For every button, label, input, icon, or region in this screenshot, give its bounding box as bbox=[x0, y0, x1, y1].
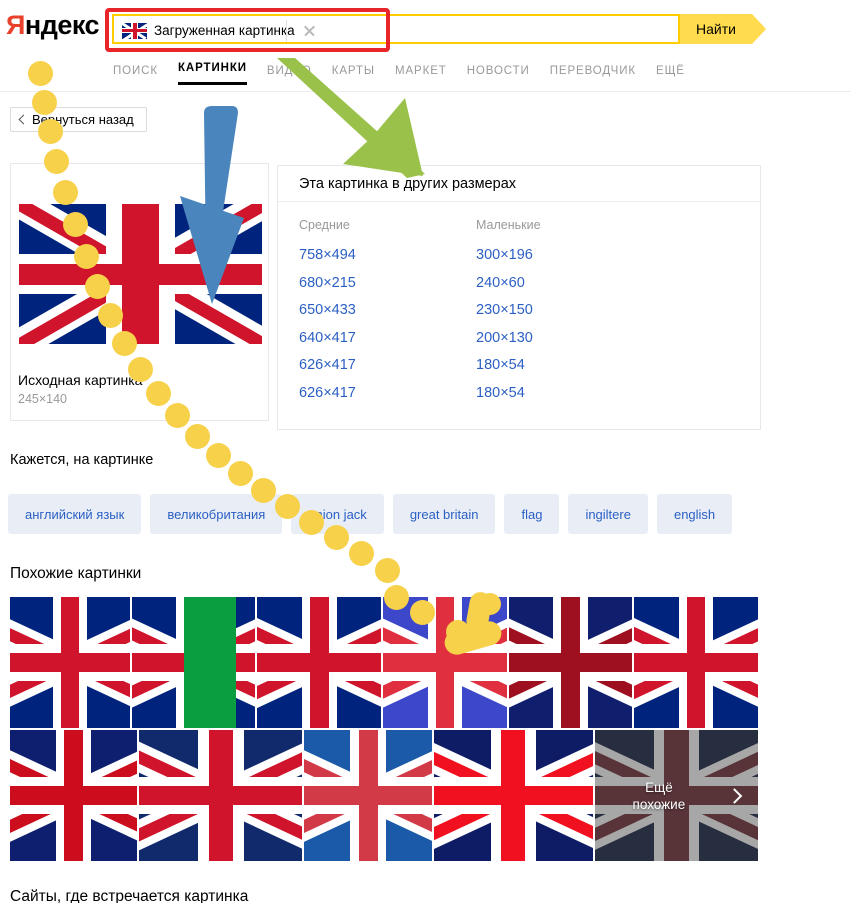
uk-flag-icon bbox=[122, 22, 147, 39]
tag-chip[interactable]: english bbox=[656, 494, 733, 534]
size-link[interactable]: 640×417 bbox=[299, 325, 356, 353]
similar-image-tile[interactable] bbox=[433, 730, 593, 861]
other-sizes-title: Эта картинка в других размерах bbox=[278, 166, 760, 202]
sizes-column-medium: Средние 758×494 680×215 650×433 640×417 … bbox=[299, 218, 356, 407]
cursor-trail-dot bbox=[28, 61, 53, 86]
similar-image-tile[interactable] bbox=[139, 730, 303, 861]
yandex-logo[interactable]: Яндекс bbox=[6, 10, 100, 40]
search-bar[interactable]: Загруженная картинка bbox=[112, 14, 680, 44]
service-tabs: ПОИСК КАРТИНКИ ВИДЕО КАРТЫ МАРКЕТ НОВОСТ… bbox=[113, 62, 685, 85]
similar-images-grid: Ещё похожие bbox=[10, 597, 759, 863]
similar-image-tile[interactable] bbox=[304, 730, 432, 861]
similar-image-tile[interactable] bbox=[634, 597, 758, 728]
tags-section-title: Кажется, на картинке bbox=[10, 452, 154, 468]
uploaded-image-chip[interactable]: Загруженная картинка bbox=[122, 19, 324, 42]
search-button-arrow bbox=[752, 14, 766, 44]
tab-poisk[interactable]: ПОИСК bbox=[113, 65, 158, 85]
tab-karty[interactable]: КАРТЫ bbox=[332, 65, 375, 85]
chevron-left-icon bbox=[18, 114, 29, 125]
size-link[interactable]: 680×215 bbox=[299, 270, 356, 298]
size-link[interactable]: 200×130 bbox=[476, 325, 541, 353]
more-tile-line1: Ещё bbox=[645, 779, 673, 795]
size-link[interactable]: 758×494 bbox=[299, 242, 356, 270]
more-tile-line2: похожие bbox=[632, 796, 686, 812]
source-image-caption: Исходная картинка bbox=[18, 372, 143, 388]
size-link[interactable]: 230×150 bbox=[476, 297, 541, 325]
source-image-dimensions: 245×140 bbox=[18, 392, 68, 406]
tab-video[interactable]: ВИДЕО bbox=[267, 65, 312, 85]
sizes-column-header: Средние bbox=[299, 218, 350, 232]
back-button[interactable]: Вернуться назад bbox=[10, 107, 147, 132]
similar-image-tile[interactable] bbox=[131, 597, 256, 728]
page-header: Яндекс Загруженная картинка Найти bbox=[0, 0, 851, 55]
header-divider bbox=[0, 91, 851, 92]
size-link[interactable]: 180×54 bbox=[476, 380, 541, 408]
chip-label: Загруженная картинка bbox=[154, 23, 295, 38]
similar-row-1 bbox=[10, 597, 758, 728]
tag-chip[interactable]: ingiltere bbox=[568, 494, 648, 534]
cursor-trail-dot bbox=[206, 443, 231, 468]
logo-rest: ндекс bbox=[24, 10, 100, 40]
tile-overlay bbox=[183, 597, 236, 728]
size-link[interactable]: 240×60 bbox=[476, 270, 541, 298]
page-root: Яндекс Загруженная картинка Найти ПОИСК bbox=[0, 0, 851, 903]
similar-image-tile[interactable] bbox=[10, 597, 130, 728]
size-link[interactable]: 626×417 bbox=[299, 352, 356, 380]
size-link[interactable]: 180×54 bbox=[476, 352, 541, 380]
tag-chip[interactable]: великобритания bbox=[150, 494, 283, 534]
tags-list: английский язык великобритания union jac… bbox=[8, 494, 733, 534]
tab-kartinki[interactable]: КАРТИНКИ bbox=[177, 62, 247, 85]
sizes-column-header: Маленькие bbox=[476, 218, 541, 232]
tag-chip[interactable]: английский язык bbox=[8, 494, 142, 534]
similar-image-tile[interactable] bbox=[383, 597, 507, 728]
close-icon[interactable] bbox=[302, 23, 317, 38]
cursor-trail-dot bbox=[185, 424, 210, 449]
size-link[interactable]: 626×417 bbox=[299, 380, 356, 408]
tab-perevodchik[interactable]: ПЕРЕВОДЧИК bbox=[550, 65, 636, 85]
similar-image-tile[interactable] bbox=[10, 730, 138, 861]
source-image[interactable] bbox=[19, 204, 262, 344]
more-tile-label: Ещё похожие bbox=[595, 779, 723, 813]
sizes-column-small: Маленькие 300×196 240×60 230×150 200×130… bbox=[476, 218, 541, 407]
back-button-label: Вернуться назад bbox=[32, 112, 134, 127]
tab-market[interactable]: МАРКЕТ bbox=[395, 65, 447, 85]
cursor-trail-dot bbox=[228, 461, 253, 486]
logo-first-letter: Я bbox=[6, 10, 25, 40]
size-link[interactable]: 300×196 bbox=[476, 242, 541, 270]
sites-section-title: Сайты, где встречается картинка bbox=[10, 888, 249, 903]
similar-image-tile[interactable] bbox=[257, 597, 382, 728]
similar-section-title: Похожие картинки bbox=[10, 565, 142, 582]
cursor-trail-dot bbox=[375, 558, 400, 583]
tag-chip[interactable]: great britain bbox=[392, 494, 496, 534]
tag-chip[interactable]: flag bbox=[504, 494, 560, 534]
cursor-trail-dot bbox=[349, 541, 374, 566]
similar-image-tile[interactable] bbox=[508, 597, 633, 728]
tag-chip[interactable]: union jack bbox=[291, 494, 384, 534]
other-sizes-panel: Эта картинка в других размерах Средние 7… bbox=[277, 165, 761, 430]
search-button[interactable]: Найти bbox=[680, 14, 752, 44]
more-similar-tile[interactable]: Ещё похожие bbox=[594, 730, 759, 861]
size-link[interactable]: 650×433 bbox=[299, 297, 356, 325]
tab-eshyo[interactable]: ЕЩЁ bbox=[656, 65, 685, 85]
similar-row-2: Ещё похожие bbox=[10, 730, 759, 861]
chip-divider bbox=[286, 20, 287, 42]
tab-novosti[interactable]: НОВОСТИ bbox=[467, 65, 530, 85]
